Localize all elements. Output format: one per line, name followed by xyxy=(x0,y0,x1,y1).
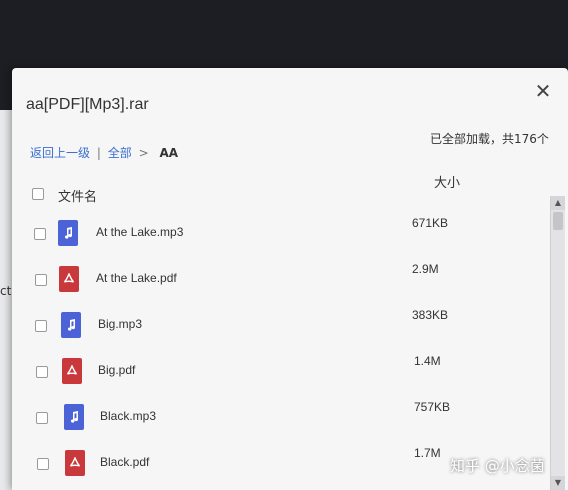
file-name[interactable]: At the Lake.mp3 xyxy=(96,225,183,239)
back-link[interactable]: 返回上一级 xyxy=(30,146,90,160)
dialog-title: aa[PDF][Mp3].rar xyxy=(26,96,149,113)
file-row[interactable]: Big.mp3 383KB xyxy=(12,300,552,346)
file-name[interactable]: Black.pdf xyxy=(100,455,149,469)
archive-preview-dialog: aa[PDF][Mp3].rar ✕ 返回上一级 | 全部 > AA 已全部加载… xyxy=(12,68,568,490)
music-note-icon xyxy=(60,312,81,338)
pdf-icon xyxy=(59,266,80,292)
file-row[interactable]: At the Lake.mp3 671KB xyxy=(12,208,552,254)
file-row[interactable]: Black.mp3 757KB xyxy=(12,392,552,438)
scroll-up-arrow-icon[interactable]: ▲ xyxy=(551,196,565,210)
scroll-down-arrow-icon[interactable]: ▼ xyxy=(551,476,565,490)
file-name[interactable]: Big.pdf xyxy=(98,363,135,377)
column-header-size[interactable]: 大小 xyxy=(434,172,460,191)
file-list: At the Lake.mp3 671KB At the Lake.pdf 2.9M B… xyxy=(12,208,552,484)
vertical-scrollbar[interactable]: ▲ ▼ xyxy=(550,196,565,490)
file-checkbox[interactable] xyxy=(35,366,48,378)
music-note-icon xyxy=(58,220,78,246)
watermark: 知乎 @小念菌 xyxy=(450,457,545,475)
pdf-icon xyxy=(65,450,85,476)
column-header-name[interactable]: 文件名 xyxy=(58,186,97,205)
breadcrumb-current: AA xyxy=(159,146,179,160)
file-name[interactable]: Black.mp3 xyxy=(100,409,156,423)
file-row[interactable]: Big.pdf 1.4M xyxy=(12,346,552,392)
background-text-fragment: ct xyxy=(0,284,12,298)
pdf-icon xyxy=(62,358,83,384)
breadcrumb-arrow: > xyxy=(138,146,149,160)
file-size: 1.7M xyxy=(414,446,441,460)
file-size: 1.4M xyxy=(414,354,441,368)
file-checkbox[interactable] xyxy=(35,320,48,332)
breadcrumb-separator: | xyxy=(96,146,101,160)
music-note-icon xyxy=(63,404,84,430)
scroll-thumb[interactable] xyxy=(553,212,563,230)
root-link[interactable]: 全部 xyxy=(108,146,132,160)
file-checkbox[interactable] xyxy=(34,228,46,240)
file-size: 757KB xyxy=(414,400,451,414)
load-status: 已全部加载，共176个 xyxy=(430,132,549,146)
list-header: 文件名 大小 xyxy=(12,176,552,212)
file-checkbox[interactable] xyxy=(37,458,49,470)
file-name[interactable]: At the Lake.pdf xyxy=(96,271,177,285)
file-checkbox[interactable] xyxy=(34,274,47,286)
file-row[interactable]: At the Lake.pdf 2.9M xyxy=(12,254,552,300)
file-name[interactable]: Big.mp3 xyxy=(98,317,142,331)
close-icon[interactable]: ✕ xyxy=(532,80,554,102)
file-size: 671KB xyxy=(412,216,449,230)
select-all-checkbox[interactable] xyxy=(32,188,44,200)
breadcrumb: 返回上一级 | 全部 > AA xyxy=(30,144,178,161)
file-size: 383KB xyxy=(412,308,449,322)
file-checkbox[interactable] xyxy=(36,412,49,424)
file-size: 2.9M xyxy=(412,262,439,276)
